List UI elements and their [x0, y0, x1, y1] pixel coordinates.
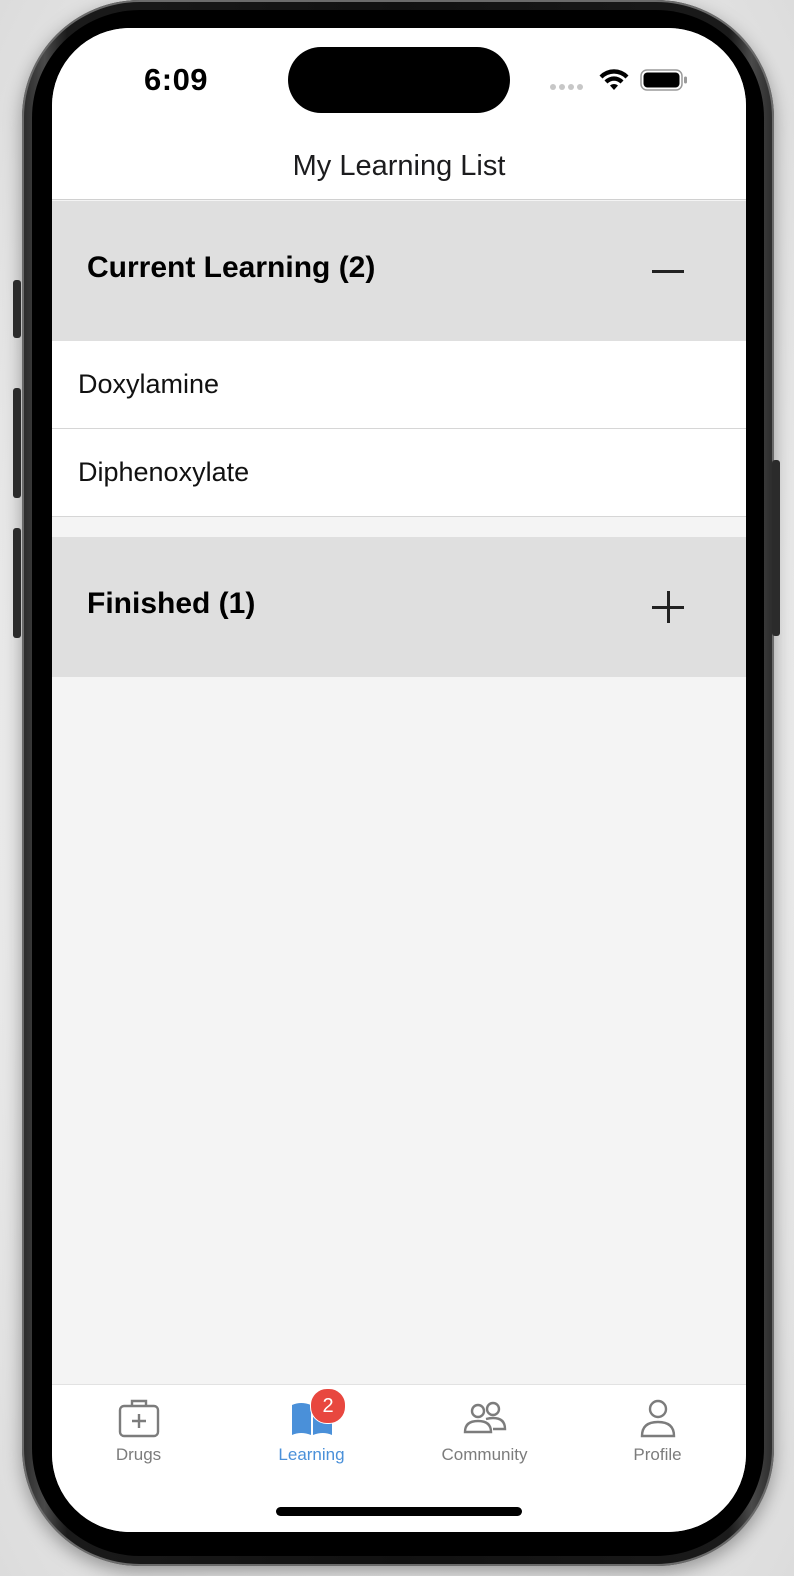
tab-profile[interactable]: Profile — [571, 1385, 744, 1481]
plus-icon[interactable] — [648, 587, 688, 627]
list-item[interactable]: Doxylamine — [52, 341, 746, 429]
wifi-icon — [599, 69, 629, 90]
device-stage: 6:09 My Learning List Current Learning (… — [0, 0, 794, 1576]
tab-label: Learning — [278, 1445, 345, 1464]
section-title: Current Learning (2) — [87, 251, 376, 284]
list-item-label: Doxylamine — [78, 369, 220, 399]
tab-community[interactable]: Community — [398, 1385, 571, 1481]
home-indicator[interactable] — [276, 1507, 522, 1516]
tab-label: Community — [441, 1445, 528, 1464]
person-icon — [640, 1399, 675, 1438]
volume-up-button — [13, 388, 21, 498]
people-icon — [463, 1401, 506, 1434]
list-item-label: Diphenoxylate — [78, 457, 250, 487]
status-time: 6:09 — [144, 62, 209, 97]
action-button — [13, 280, 21, 338]
volume-down-button — [13, 528, 21, 638]
page-title: My Learning List — [292, 150, 506, 182]
medical-kit-icon — [118, 1399, 159, 1438]
list-item[interactable]: Diphenoxylate — [52, 429, 746, 517]
power-button — [772, 460, 780, 636]
minus-icon[interactable] — [648, 251, 688, 291]
navigation-header: My Learning List — [52, 136, 746, 200]
status-bar: 6:09 — [52, 28, 746, 136]
tab-label: Drugs — [115, 1445, 162, 1464]
section-title: Finished (1) — [87, 587, 256, 620]
tab-drugs[interactable]: Drugs — [52, 1385, 225, 1481]
dynamic-island — [288, 47, 510, 113]
cellular-signal-icon — [550, 84, 588, 90]
notification-badge: 2 — [310, 1388, 346, 1424]
app-screen: 6:09 My Learning List Current Learning (… — [52, 28, 746, 1532]
section-header-current-learning[interactable]: Current Learning (2) — [52, 201, 746, 341]
tab-label: Profile — [633, 1445, 682, 1464]
section-header-finished[interactable]: Finished (1) — [52, 537, 746, 677]
battery-icon — [640, 69, 687, 91]
